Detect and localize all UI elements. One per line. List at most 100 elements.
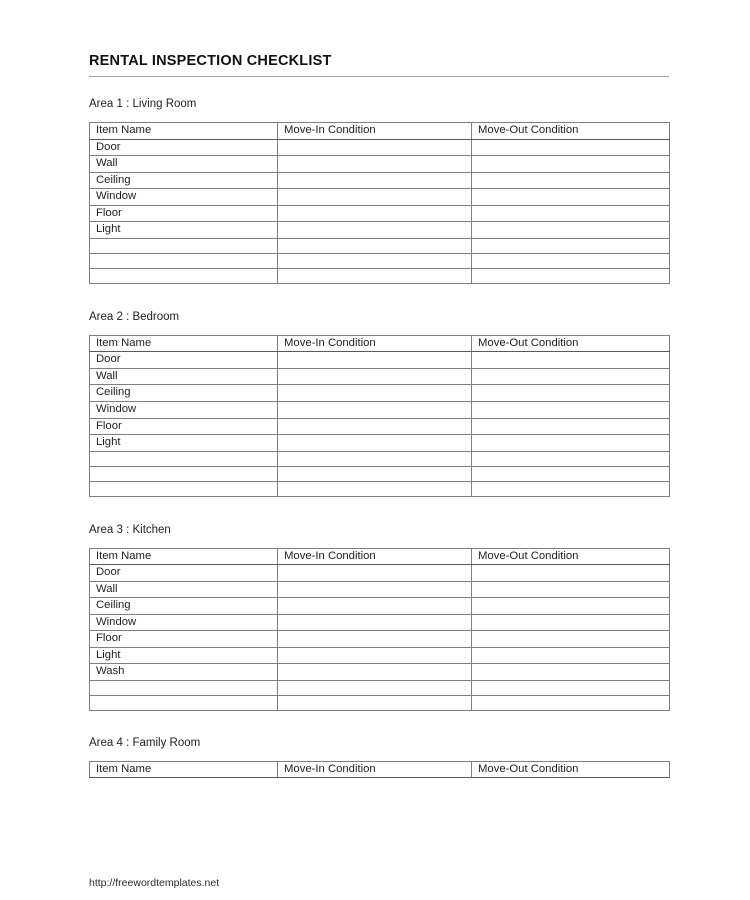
item-name-cell: Floor <box>89 417 278 436</box>
table-row-blank <box>89 252 670 269</box>
move-out-cell[interactable] <box>471 188 670 206</box>
move-in-cell[interactable] <box>277 597 472 615</box>
move-in-cell[interactable] <box>277 417 472 436</box>
move-in-cell[interactable] <box>277 237 472 254</box>
item-name-cell[interactable] <box>89 679 278 696</box>
move-out-cell[interactable] <box>471 171 670 190</box>
area-section-2: Area 2 : Bedroom Item Name Move-In Condi… <box>89 310 670 497</box>
move-out-cell[interactable] <box>471 384 670 403</box>
item-name-cell[interactable] <box>89 480 278 497</box>
move-in-cell[interactable] <box>277 564 472 582</box>
item-name-cell: Light <box>89 221 278 239</box>
move-in-cell[interactable] <box>277 694 472 711</box>
move-out-cell[interactable] <box>471 204 670 223</box>
title-divider <box>89 76 669 78</box>
move-out-cell[interactable] <box>471 597 670 615</box>
move-in-cell[interactable] <box>277 450 472 467</box>
table-header-row: Item Name Move-In Condition Move-Out Con… <box>89 334 670 353</box>
move-in-cell[interactable] <box>277 267 472 284</box>
move-out-cell[interactable] <box>471 267 670 284</box>
item-name-cell[interactable] <box>89 267 278 284</box>
area-label-2: Area 2 : Bedroom <box>89 310 180 323</box>
footer-url: http://freewordtemplates.net <box>89 877 220 889</box>
move-in-cell[interactable] <box>277 401 472 419</box>
table-header-row: Item Name Move-In Condition Move-Out Con… <box>89 547 670 566</box>
item-name-cell[interactable] <box>89 252 278 269</box>
item-name-cell: Wall <box>89 155 278 173</box>
move-in-cell[interactable] <box>277 580 472 599</box>
move-out-cell[interactable] <box>471 252 670 269</box>
table-row: Door <box>89 138 670 157</box>
move-out-cell[interactable] <box>471 663 670 681</box>
move-out-cell[interactable] <box>471 221 670 239</box>
move-out-cell[interactable] <box>471 401 670 419</box>
move-in-cell[interactable] <box>277 171 472 190</box>
column-header-item-name: Item Name <box>89 122 278 140</box>
move-in-cell[interactable] <box>277 646 472 665</box>
item-name-cell[interactable] <box>89 450 278 467</box>
table-row: Floor <box>89 204 670 223</box>
move-out-cell[interactable] <box>471 630 670 648</box>
document-page: RENTAL INSPECTION CHECKLIST Area 1 : Liv… <box>0 0 750 900</box>
move-out-cell[interactable] <box>471 450 670 467</box>
move-out-cell[interactable] <box>471 580 670 599</box>
move-in-cell[interactable] <box>277 434 472 452</box>
table-row: Ceiling <box>89 597 670 615</box>
move-in-cell[interactable] <box>277 480 472 497</box>
area-label-1: Area 1 : Living Room <box>89 98 197 111</box>
item-name-cell[interactable] <box>89 694 278 711</box>
move-in-cell[interactable] <box>277 351 472 369</box>
item-name-cell: Window <box>89 188 278 206</box>
move-out-cell[interactable] <box>471 646 670 665</box>
move-out-cell[interactable] <box>471 367 670 386</box>
move-in-cell[interactable] <box>277 252 472 269</box>
item-name-cell: Window <box>89 401 278 419</box>
move-in-cell[interactable] <box>277 663 472 681</box>
table-row: Floor <box>89 417 670 436</box>
move-out-cell[interactable] <box>471 138 670 157</box>
page-title: RENTAL INSPECTION CHECKLIST <box>89 53 332 69</box>
table-row: Window <box>89 613 670 632</box>
item-name-cell: Ceiling <box>89 597 278 615</box>
table-row-blank <box>89 694 670 711</box>
move-in-cell[interactable] <box>277 630 472 648</box>
checklist-table-3: Item Name Move-In Condition Move-Out Con… <box>89 547 670 711</box>
item-name-cell[interactable] <box>89 465 278 482</box>
item-name-cell[interactable] <box>89 237 278 254</box>
move-out-cell[interactable] <box>471 480 670 497</box>
item-name-cell: Ceiling <box>89 384 278 403</box>
move-in-cell[interactable] <box>277 221 472 239</box>
column-header-move-out: Move-Out Condition <box>471 122 670 140</box>
table-row: Floor <box>89 630 670 648</box>
table-row: Door <box>89 351 670 369</box>
move-in-cell[interactable] <box>277 613 472 632</box>
table-row: Light <box>89 221 670 239</box>
area-section-4: Area 4 : Family Room Item Name Move-In C… <box>89 736 670 779</box>
move-out-cell[interactable] <box>471 694 670 711</box>
move-in-cell[interactable] <box>277 367 472 386</box>
table-row: Light <box>89 646 670 665</box>
table-row: Wash <box>89 663 670 681</box>
move-out-cell[interactable] <box>471 351 670 369</box>
move-out-cell[interactable] <box>471 155 670 173</box>
area-section-1: Area 1 : Living Room Item Name Move-In C… <box>89 97 670 284</box>
table-header-row: Item Name Move-In Condition Move-Out Con… <box>89 122 670 140</box>
table-row: Light <box>89 434 670 452</box>
move-in-cell[interactable] <box>277 138 472 157</box>
move-out-cell[interactable] <box>471 237 670 254</box>
move-in-cell[interactable] <box>277 188 472 206</box>
move-in-cell[interactable] <box>277 384 472 403</box>
move-in-cell[interactable] <box>277 679 472 696</box>
move-in-cell[interactable] <box>277 465 472 482</box>
table-row: Window <box>89 401 670 419</box>
move-in-cell[interactable] <box>277 204 472 223</box>
move-out-cell[interactable] <box>471 613 670 632</box>
move-out-cell[interactable] <box>471 465 670 482</box>
move-out-cell[interactable] <box>471 434 670 452</box>
table-row: Wall <box>89 155 670 173</box>
move-out-cell[interactable] <box>471 417 670 436</box>
move-out-cell[interactable] <box>471 564 670 582</box>
column-header-move-out: Move-Out Condition <box>471 334 670 353</box>
move-out-cell[interactable] <box>471 679 670 696</box>
move-in-cell[interactable] <box>277 155 472 173</box>
